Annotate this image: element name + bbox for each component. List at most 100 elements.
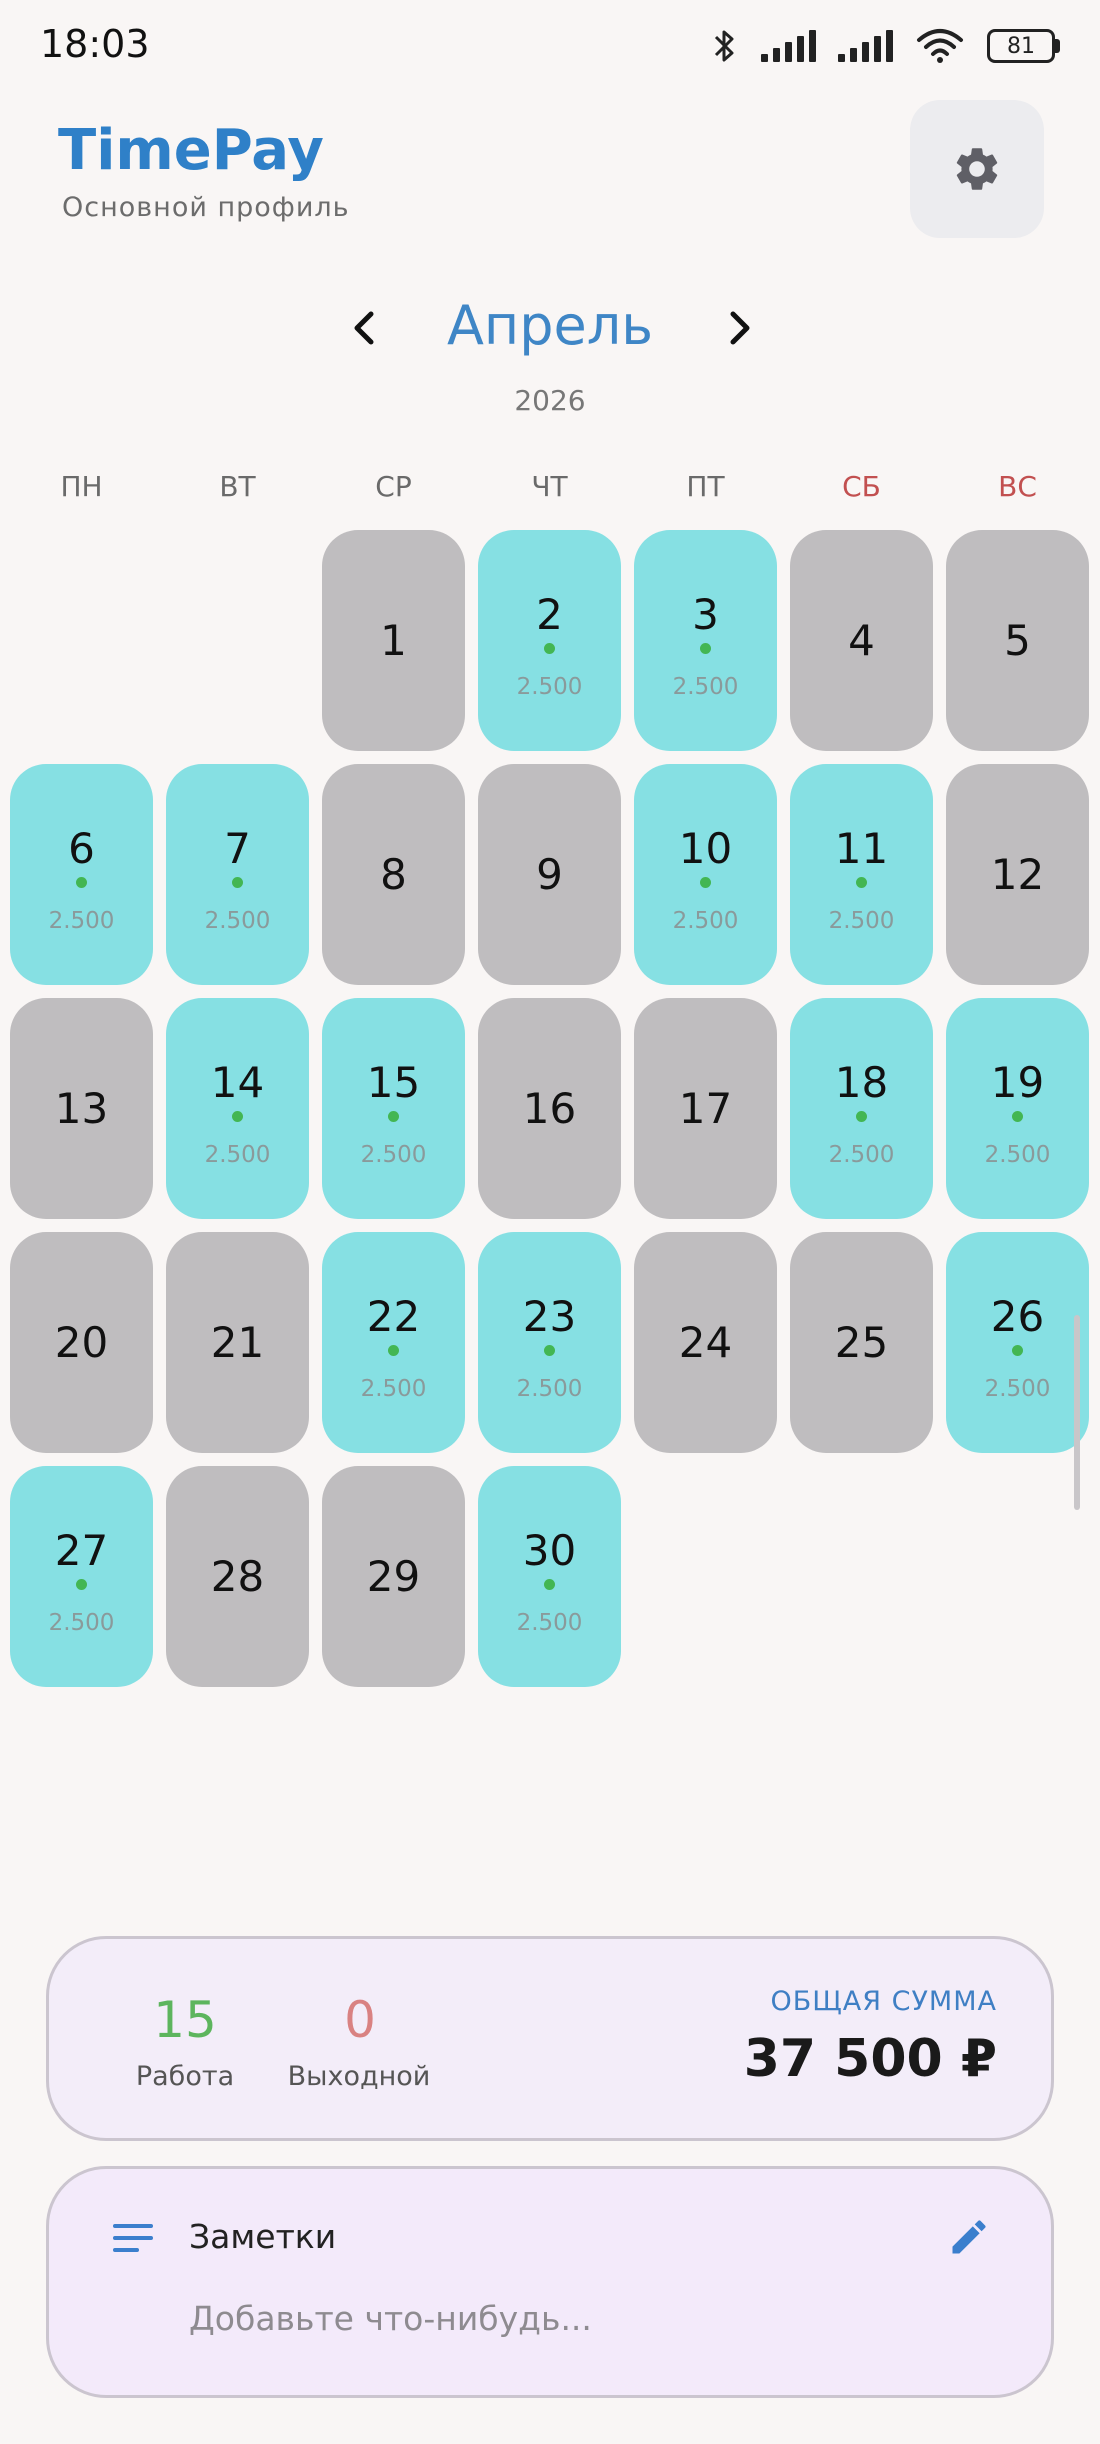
work-indicator-dot: [544, 643, 555, 654]
day-number: 4: [848, 616, 875, 665]
day-number: 15: [366, 1058, 421, 1107]
off-days-label: Выходной: [287, 2061, 431, 2092]
app-title: TimePay: [58, 118, 324, 183]
weekday-label: СБ: [842, 470, 881, 503]
next-month-button[interactable]: [710, 298, 770, 358]
previous-month-button[interactable]: [334, 298, 394, 358]
calendar-day-5[interactable]: 5: [946, 530, 1089, 751]
work-indicator-dot: [76, 877, 87, 888]
status-icons: 81: [711, 26, 1060, 66]
calendar-day-29[interactable]: 29: [322, 1466, 465, 1687]
weekday-label: ВС: [998, 470, 1037, 503]
day-amount: 2.500: [828, 1142, 895, 1168]
day-number: 30: [522, 1526, 577, 1575]
summary-card: 15 Работа 0 Выходной ОБЩАЯ СУММА 37 500 …: [46, 1936, 1054, 2141]
work-indicator-dot: [856, 877, 867, 888]
day-amount: 2.500: [672, 674, 739, 700]
day-number: 21: [210, 1318, 265, 1367]
notes-placeholder: Добавьте что-нибудь...: [189, 2299, 592, 2338]
day-amount: 2.500: [516, 1610, 583, 1636]
day-number: 12: [990, 850, 1045, 899]
calendar-day-22[interactable]: 22 2.500: [322, 1232, 465, 1453]
day-number: 24: [678, 1318, 733, 1367]
day-amount: 2.500: [828, 908, 895, 934]
calendar-day-16[interactable]: 16: [478, 998, 621, 1219]
profile-name[interactable]: Основной профиль: [62, 192, 350, 223]
calendar-day-21[interactable]: 21: [166, 1232, 309, 1453]
day-number: 26: [990, 1292, 1045, 1341]
notes-card[interactable]: Заметки Добавьте что-нибудь...: [46, 2166, 1054, 2398]
work-indicator-dot: [1012, 1111, 1023, 1122]
work-indicator-dot: [232, 1111, 243, 1122]
calendar-day-11[interactable]: 11 2.500: [790, 764, 933, 985]
day-amount: 2.500: [516, 674, 583, 700]
day-amount: 2.500: [204, 908, 271, 934]
calendar-day-3[interactable]: 3 2.500: [634, 530, 777, 751]
calendar-day-4[interactable]: 4: [790, 530, 933, 751]
day-number: 6: [68, 824, 95, 873]
day-amount: 2.500: [984, 1142, 1051, 1168]
calendar-day-20[interactable]: 20: [10, 1232, 153, 1453]
day-number: 8: [380, 850, 407, 899]
calendar-day-1[interactable]: 1: [322, 530, 465, 751]
calendar-day-10[interactable]: 10 2.500: [634, 764, 777, 985]
day-number: 17: [678, 1084, 733, 1133]
scrollbar[interactable]: [1074, 1315, 1080, 1510]
day-number: 11: [834, 824, 889, 873]
bluetooth-icon: [714, 30, 734, 62]
day-amount: 2.500: [360, 1142, 427, 1168]
day-number: 25: [834, 1318, 889, 1367]
day-number: 7: [224, 824, 251, 873]
calendar-day-18[interactable]: 18 2.500: [790, 998, 933, 1219]
day-amount: 2.500: [48, 908, 115, 934]
status-bar: 18:03 81: [0, 0, 1100, 96]
day-number: 14: [210, 1058, 265, 1107]
gear-icon: [956, 148, 998, 190]
day-amount: 2.500: [984, 1376, 1051, 1402]
calendar-day-6[interactable]: 6 2.500: [10, 764, 153, 985]
calendar-day-24[interactable]: 24: [634, 1232, 777, 1453]
day-number: 16: [522, 1084, 577, 1133]
day-number: 19: [990, 1058, 1045, 1107]
day-amount: 2.500: [48, 1610, 115, 1636]
calendar-day-2[interactable]: 2 2.500: [478, 530, 621, 751]
day-number: 5: [1004, 616, 1031, 665]
year-label: 2026: [514, 384, 586, 417]
notes-title: Заметки: [189, 2217, 337, 2256]
day-number: 18: [834, 1058, 889, 1107]
settings-button[interactable]: [910, 100, 1044, 238]
day-number: 3: [692, 590, 719, 639]
signal-icon: [838, 30, 893, 62]
off-days-count: 0: [344, 1991, 376, 2049]
battery-level: 81: [987, 29, 1055, 63]
work-indicator-dot: [544, 1579, 555, 1590]
calendar-day-27[interactable]: 27 2.500: [10, 1466, 153, 1687]
calendar-day-9[interactable]: 9: [478, 764, 621, 985]
battery-icon: 81: [987, 29, 1060, 63]
pencil-icon[interactable]: [947, 2215, 991, 2259]
work-indicator-dot: [544, 1345, 555, 1356]
day-number: 27: [54, 1526, 109, 1575]
calendar-day-14[interactable]: 14 2.500: [166, 998, 309, 1219]
calendar-day-26[interactable]: 26 2.500: [946, 1232, 1089, 1453]
signal-icon: [761, 30, 816, 62]
calendar-day-13[interactable]: 13: [10, 998, 153, 1219]
calendar-day-25[interactable]: 25: [790, 1232, 933, 1453]
work-days-label: Работа: [135, 2061, 235, 2092]
weekday-label: СР: [375, 470, 412, 503]
calendar-day-30[interactable]: 30 2.500: [478, 1466, 621, 1687]
calendar-day-15[interactable]: 15 2.500: [322, 998, 465, 1219]
calendar-day-12[interactable]: 12: [946, 764, 1089, 985]
total-sum-label: ОБЩАЯ СУММА: [770, 1986, 997, 2017]
day-amount: 2.500: [672, 908, 739, 934]
calendar-day-19[interactable]: 19 2.500: [946, 998, 1089, 1219]
weekday-label: ЧТ: [531, 470, 568, 503]
chevron-left-icon: [354, 311, 374, 345]
calendar-day-28[interactable]: 28: [166, 1466, 309, 1687]
calendar-day-8[interactable]: 8: [322, 764, 465, 985]
calendar-day-7[interactable]: 7 2.500: [166, 764, 309, 985]
work-indicator-dot: [388, 1345, 399, 1356]
day-number: 2: [536, 590, 563, 639]
calendar-day-17[interactable]: 17: [634, 998, 777, 1219]
calendar-day-23[interactable]: 23 2.500: [478, 1232, 621, 1453]
